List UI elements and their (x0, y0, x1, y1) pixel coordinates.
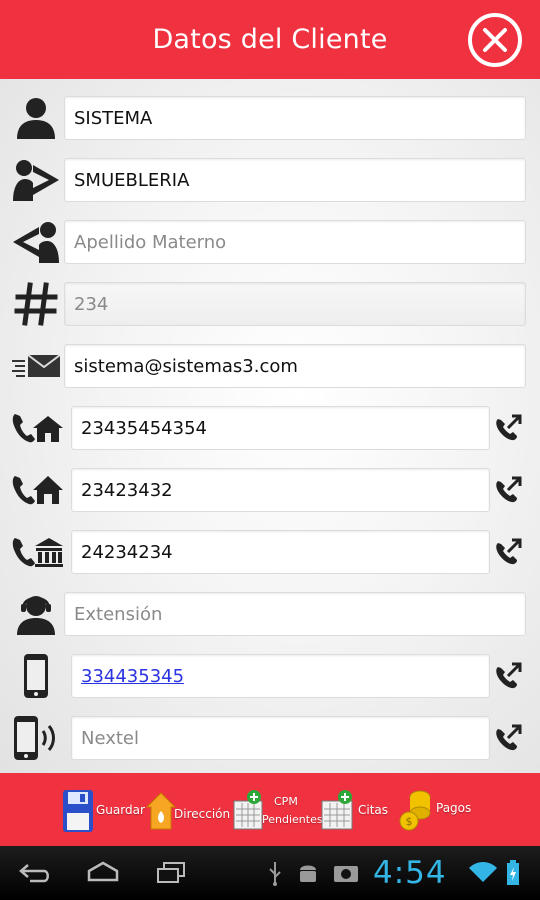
calendar-add-icon (321, 790, 353, 830)
telefono-casa-input[interactable]: 23435454354 (71, 406, 490, 450)
row-email: sistema@sistemas3.com (0, 342, 540, 390)
guardar-label: Guardar (96, 803, 145, 817)
call-button-casa-2[interactable] (492, 474, 524, 506)
call-button-celular[interactable] (492, 660, 524, 692)
cpm-label: CPM (274, 795, 298, 808)
android-debug-icon (300, 865, 316, 882)
battery-icon (507, 860, 519, 885)
numero-input: 234 (64, 282, 526, 326)
row-telefono-oficina: 24234234 (0, 528, 540, 576)
call-outgoing-icon (496, 476, 522, 503)
home-icon[interactable] (86, 860, 120, 886)
call-button-nextel[interactable] (492, 722, 524, 754)
row-telefono-casa-2: 23423432 (0, 466, 540, 514)
person-icon (8, 94, 64, 142)
bottom-toolbar: Guardar Dirección CPM Pendientes Citas $… (0, 773, 540, 846)
camera-icon (334, 866, 358, 882)
pagos-label: Pagos (436, 801, 472, 815)
phone-office-icon (8, 528, 64, 576)
form-area: SISTEMA SMUEBLERIA Apellido Materno 234 … (0, 79, 540, 773)
operator-headset-icon (8, 590, 64, 638)
phone-home-icon (8, 404, 64, 452)
mobile-phone-icon (8, 652, 64, 700)
mail-icon (8, 342, 64, 390)
extension-input[interactable]: Extensión (64, 592, 526, 636)
person-arrow-left-icon (8, 218, 64, 266)
row-nextel: Nextel (0, 714, 540, 762)
row-apellido-paterno: SMUEBLERIA (0, 156, 540, 204)
row-extension: Extensión (0, 590, 540, 638)
nombre-input[interactable]: SISTEMA (64, 96, 526, 140)
radio-phone-icon (8, 714, 64, 762)
direccion-button[interactable]: Dirección (146, 773, 230, 846)
call-outgoing-icon (496, 538, 522, 565)
call-outgoing-icon (496, 662, 522, 689)
guardar-button[interactable]: Guardar (62, 773, 145, 846)
call-outgoing-icon (496, 414, 522, 441)
person-arrow-right-icon (8, 156, 64, 204)
coins-icon: $ (399, 790, 431, 831)
page-title: Datos del Cliente (152, 24, 388, 55)
email-input[interactable]: sistema@sistemas3.com (64, 344, 526, 388)
recent-apps-icon[interactable] (154, 860, 188, 886)
celular-input[interactable]: 334435345 (71, 654, 490, 698)
call-button-oficina[interactable] (492, 536, 524, 568)
citas-label: Citas (358, 803, 389, 817)
usb-icon (269, 862, 281, 886)
row-telefono-casa: 23435454354 (0, 404, 540, 452)
hash-icon (8, 280, 64, 328)
pendientes-label: Pendientes (262, 813, 323, 826)
close-button[interactable] (468, 13, 522, 67)
phone-house-icon (8, 466, 64, 514)
wifi-icon (469, 862, 497, 882)
status-clock: 4:54 (373, 855, 447, 891)
citas-button[interactable]: Citas (320, 773, 390, 846)
row-numero: 234 (0, 280, 540, 328)
telefono-oficina-input[interactable]: 24234234 (71, 530, 490, 574)
svg-text:$: $ (406, 815, 413, 828)
house-icon (146, 792, 176, 830)
system-navigation-bar: 4:54 (0, 846, 540, 900)
row-celular: 334435345 (0, 652, 540, 700)
row-nombre: SISTEMA (0, 94, 540, 142)
direccion-label: Dirección (174, 807, 231, 821)
nextel-input[interactable]: Nextel (71, 716, 490, 760)
calendar-add-icon (233, 790, 263, 830)
app-header: Datos del Cliente (0, 0, 540, 79)
back-icon[interactable] (18, 860, 52, 886)
telefono-casa-2-input[interactable]: 23423432 (71, 468, 490, 512)
call-button-casa[interactable] (492, 412, 524, 444)
call-outgoing-icon (496, 724, 522, 751)
apellido-paterno-input[interactable]: SMUEBLERIA (64, 158, 526, 202)
cpm-pendientes-button[interactable]: CPM Pendientes (232, 773, 323, 846)
pagos-button[interactable]: $ Pagos (398, 773, 478, 846)
row-apellido-materno: Apellido Materno (0, 218, 540, 266)
apellido-materno-input[interactable]: Apellido Materno (64, 220, 526, 264)
floppy-disk-icon (63, 790, 93, 832)
close-icon (483, 28, 507, 52)
